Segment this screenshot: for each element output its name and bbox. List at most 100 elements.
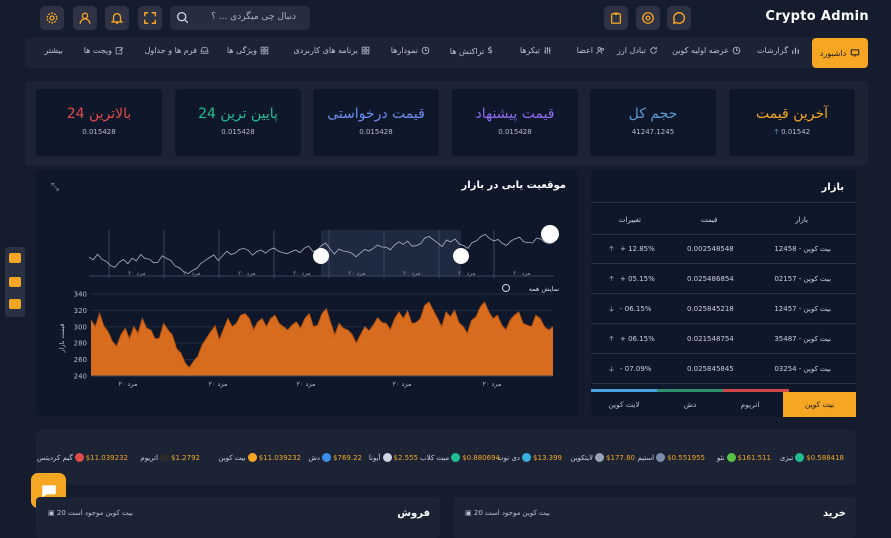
tab-bitcoin[interactable]: بیت کوین	[783, 392, 856, 417]
search-box[interactable]: دنبال چی میگردی ... ؟	[170, 6, 310, 30]
nav-item-more[interactable]: بیشتر	[44, 46, 63, 55]
table-row[interactable]: بیت کوین - 12458 0.002548548 🡡 + 12.85%	[591, 235, 856, 264]
coin-icon	[74, 453, 84, 462]
users-icon	[596, 47, 604, 54]
table-row[interactable]: بیت کوین - 03254 0.025845845 🡣 - 07.09%	[591, 355, 856, 384]
ticker-item[interactable]: نئو $161.511	[717, 453, 771, 462]
market-change: - 06.15%	[620, 305, 652, 313]
profile-button[interactable]	[73, 6, 97, 30]
nav-item-forms-tables[interactable]: فرم ها و جداول	[145, 46, 209, 55]
nav-item-label: تبادل ارز	[617, 46, 646, 55]
chat-icon	[672, 12, 686, 25]
stat-title: قیمت پیشنهاد	[475, 106, 555, 122]
sell-available: ▣ 20 بیت کوین موجود است	[48, 509, 133, 517]
buy-note: 20 بیت کوین موجود است	[473, 509, 550, 517]
nav-item-features[interactable]: ویژگی ها	[227, 46, 269, 55]
market-change: + 12.85%	[620, 245, 655, 253]
navigator-tick-label: مرد ۲۰	[293, 270, 311, 277]
nav-item-dashboard[interactable]: داشبورد	[812, 38, 868, 68]
x-tick-label: مرد ۲۰	[296, 380, 315, 388]
nav-item-ico[interactable]: عرضه اولیه کوین	[672, 46, 741, 55]
nav-item-reports[interactable]: گزارشات	[757, 46, 800, 55]
stats-strip: آخرین قیمت 🡡 0.01542 حجم کل 41247.1245 ق…	[25, 81, 868, 166]
tool-icon-2[interactable]	[9, 277, 21, 287]
buy-title: خرید	[823, 508, 846, 519]
ticker-item[interactable]: استیم $0.551955	[637, 453, 705, 462]
ticker-name: بیت کوین	[218, 453, 246, 462]
legend-marker	[502, 284, 510, 292]
arrow-down-icon: 🡣	[609, 365, 615, 373]
arrow-up-icon: 🡡	[609, 335, 615, 343]
ticker-item[interactable]: میت کلاب $0.880694	[420, 453, 500, 462]
tab-ethereum[interactable]: اتریوم	[717, 392, 783, 417]
mail-button[interactable]	[636, 6, 660, 30]
search-icon	[176, 11, 189, 24]
grid-icon	[260, 46, 269, 55]
ticker-item[interactable]: دش $769.22	[308, 453, 362, 462]
y-tick-label: 260	[74, 356, 87, 364]
ticker-price: $769.22	[333, 453, 362, 462]
nav-item-tickers[interactable]: تیکرها	[520, 46, 552, 55]
fullscreen-button[interactable]	[138, 6, 162, 30]
market-title: بازار	[821, 182, 844, 193]
ticker-item[interactable]: دی نوت $13.399	[497, 453, 562, 462]
market-name: بیت کوین - 12457	[774, 305, 831, 313]
table-row[interactable]: بیت کوین - 02157 0.025486854 🡡 + 05.15%	[591, 265, 856, 294]
tool-icon-3[interactable]	[9, 299, 21, 309]
ticker-price: $177.80	[606, 453, 635, 462]
arrow-up-icon: 🡡	[609, 275, 615, 283]
clipboard-button[interactable]	[604, 6, 628, 30]
ticker-item[interactable]: گیم کردیتس $11.039232	[37, 453, 128, 462]
search-input[interactable]: دنبال چی میگردی ... ؟	[211, 12, 296, 22]
ticker-item[interactable]: اتریوم $1.2792	[140, 453, 200, 462]
sell-note: 20 بیت کوین موجود است	[56, 509, 133, 517]
tool-icon-1[interactable]	[9, 253, 21, 263]
y-tick-label: 300	[74, 323, 87, 331]
inbox-icon	[200, 47, 209, 54]
y-tick-label: 340	[74, 291, 87, 299]
market-price: 0.021548754	[687, 335, 734, 343]
ticker-item[interactable]: تیزی $0.588418	[780, 453, 844, 462]
tab-litecoin[interactable]: لایت کوین	[591, 392, 657, 417]
x-tick-label: مرد ۲۰	[118, 380, 137, 388]
ticker-name: اتریوم	[140, 453, 159, 462]
market-price: 0.025486854	[687, 275, 734, 283]
ticker-item[interactable]: آیونا $2.555	[369, 453, 418, 462]
settings-button[interactable]	[40, 6, 64, 30]
ticker-price: $0.880694	[462, 453, 500, 462]
coin-icon	[595, 453, 605, 462]
navigator-tick-label: مرد ۲۰	[458, 270, 476, 277]
table-row[interactable]: بیت کوین - 35487 0.021548754 🡡 + 06.15%	[591, 325, 856, 354]
sell-panel: فروش ▣ 20 بیت کوین موجود است	[36, 497, 440, 538]
ticker-item[interactable]: لایتکوین $177.80	[570, 453, 635, 462]
nav-item-apps[interactable]: برنامه های کاربردی	[294, 46, 370, 55]
navigator-tick-label: مرد ۲۰	[183, 270, 201, 277]
range-handle	[453, 248, 469, 264]
nav-item-transactions[interactable]: تراکنش ها $	[450, 46, 493, 56]
nav-item-widgets[interactable]: ویجت ها	[84, 46, 124, 55]
market-price: 0.025845845	[687, 365, 734, 373]
ticker-price: $1.2792	[171, 453, 200, 462]
nav-item-label: برنامه های کاربردی	[293, 46, 358, 55]
nav-item-exchange[interactable]: تبادل ارز	[617, 46, 658, 55]
tab-dash[interactable]: دش	[657, 392, 723, 417]
nav-item-charts[interactable]: نمودارها	[391, 46, 430, 55]
refresh-icon	[650, 47, 657, 54]
bell-icon	[110, 12, 124, 25]
nav-item-label: فرم ها و جداول	[144, 46, 197, 55]
stat-card-low-24: پایین ترین 24 0.015428	[175, 89, 301, 156]
ticker-name: میت کلاب	[420, 453, 450, 462]
nav-item-label: اعضا	[576, 46, 593, 55]
ticker-price: $161.511	[737, 453, 771, 462]
nav-item-label: تراکنش ها	[449, 46, 485, 56]
side-toolbar	[5, 247, 25, 317]
notifications-button[interactable]	[105, 6, 129, 30]
market-chart[interactable]: مرد ۲۰ مرد ۲۰ مرد ۲۰ مرد ۲۰ مرد ۲۰ مرد ۲۰ مرد …	[36, 170, 578, 417]
table-row[interactable]: بیت کوین - 12457 0.025845218 🡣 - 06.15%	[591, 295, 856, 324]
market-price: 0.002548548	[687, 245, 734, 253]
stat-value: 0.015428	[359, 128, 393, 136]
chat-button[interactable]	[667, 6, 691, 30]
arrow-up-icon: 🡡	[773, 128, 779, 136]
ticker-item[interactable]: بیت کوین $11.039232	[218, 453, 301, 462]
nav-item-members[interactable]: اعضا	[577, 46, 605, 55]
